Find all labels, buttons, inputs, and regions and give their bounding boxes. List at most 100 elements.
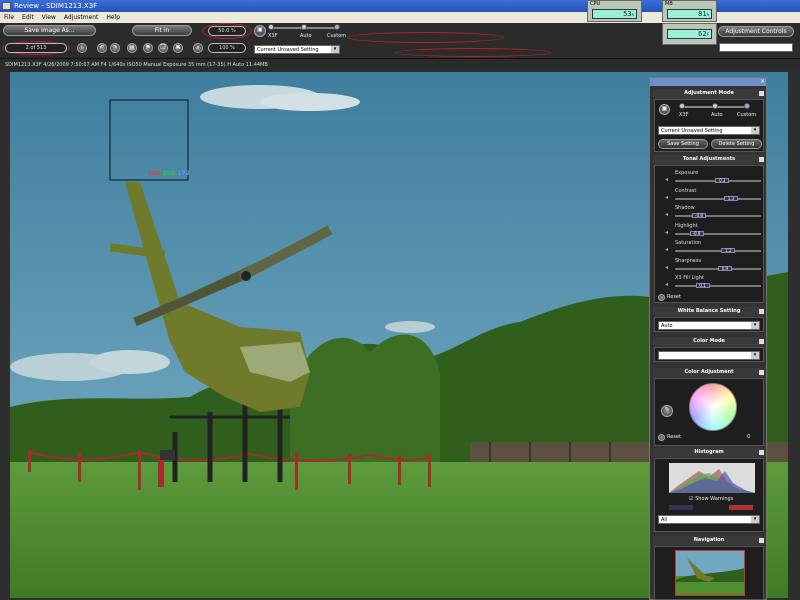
- setting-select[interactable]: Current Unsaved Setting ▾: [254, 45, 340, 54]
- tonal-value[interactable]: 1.3: [723, 195, 738, 201]
- histogram-header[interactable]: Histogram: [653, 448, 765, 457]
- white-balance-box: Auto ▾: [654, 317, 764, 332]
- mode-label-x3f: X3F: [268, 33, 278, 39]
- color-adjustment-header[interactable]: Color Adjustment: [653, 368, 765, 377]
- eyedropper-icon[interactable]: ✎: [661, 405, 673, 417]
- tonal-value[interactable]: 0.9: [717, 265, 732, 271]
- mb-unit: %: [706, 12, 709, 17]
- decrement-icon[interactable]: ◂: [665, 194, 668, 201]
- save-setting-button[interactable]: Save Setting: [658, 139, 708, 149]
- camera-icon[interactable]: ▣: [659, 104, 670, 115]
- color-wheel-center: [690, 384, 736, 430]
- tonal-adjustments-header[interactable]: Tonal Adjustments: [653, 155, 765, 164]
- tonal-label: X3 Fill Light: [675, 275, 704, 281]
- tonal-label: Exposure: [675, 170, 699, 176]
- preset-field[interactable]: [719, 43, 793, 52]
- white-balance-select[interactable]: Auto ▾: [658, 321, 760, 330]
- decrement-icon[interactable]: ◂: [665, 229, 668, 236]
- mb-value: 81: [698, 10, 707, 18]
- shadow-warning-swatch[interactable]: [669, 505, 693, 510]
- zoom-tool-icon[interactable]: ⌕: [193, 43, 203, 53]
- panel-mode-knob-auto[interactable]: [712, 103, 718, 109]
- histogram-channel-select[interactable]: All ▾: [658, 515, 760, 524]
- tonal-reset-label[interactable]: Reset: [667, 294, 681, 300]
- reset-icon[interactable]: [658, 434, 665, 441]
- color-mode-header[interactable]: Color Mode: [653, 337, 765, 346]
- setting-select-value: Current Unsaved Setting: [257, 47, 319, 53]
- tonal-slider[interactable]: [675, 232, 761, 235]
- panel-setting-select[interactable]: Current Unsaved Setting ▾: [658, 126, 760, 135]
- color-mode-select[interactable]: ▾: [658, 351, 760, 360]
- page-index[interactable]: 2 of 513: [5, 43, 67, 53]
- rotate-left-icon[interactable]: ↶: [97, 43, 107, 53]
- trash-icon[interactable]: ✖: [173, 43, 183, 53]
- white-balance-header[interactable]: White Balance Setting: [653, 307, 765, 316]
- tonal-value[interactable]: -0.8: [692, 213, 707, 218]
- menu-help[interactable]: Help: [102, 12, 124, 23]
- decrement-icon[interactable]: ◂: [665, 176, 668, 183]
- print-icon[interactable]: ▤: [127, 43, 137, 53]
- save-image-as-button[interactable]: Save Image As...: [3, 25, 96, 36]
- zoom-value[interactable]: 50.0 %: [208, 26, 246, 36]
- chevron-down-icon: ▾: [331, 46, 339, 53]
- cpu-unit: %: [631, 12, 634, 17]
- tonal-value[interactable]: -0.9: [689, 230, 704, 236]
- panel-mode-knob-x3f[interactable]: [679, 103, 685, 109]
- tonal-slider[interactable]: [675, 197, 761, 200]
- show-warnings-checkbox[interactable]: ☑ Show Warnings: [689, 496, 733, 502]
- collapse-icon[interactable]: [759, 370, 764, 375]
- tonal-slider[interactable]: [675, 250, 761, 252]
- navigation-header[interactable]: Navigation: [653, 536, 765, 545]
- decrement-icon[interactable]: ◂: [665, 264, 668, 271]
- collapse-icon[interactable]: [759, 309, 764, 314]
- tonal-label: Highlight: [675, 222, 698, 229]
- tonal-value[interactable]: 0.1: [695, 283, 710, 288]
- rotate-value[interactable]: 100 %: [208, 43, 246, 53]
- fit-in-button[interactable]: Fit in: [132, 25, 192, 36]
- white-balance-title: White Balance Setting: [677, 308, 741, 314]
- color-adjustment-box: ✎ Reset 0: [654, 378, 764, 446]
- panel-titlebar[interactable]: [650, 78, 766, 86]
- highlight-warning-swatch[interactable]: [729, 505, 753, 510]
- mode-knob-custom[interactable]: [334, 24, 340, 30]
- delete-setting-button[interactable]: Delete Setting: [711, 139, 762, 149]
- menu-adjustment[interactable]: Adjustment: [60, 12, 102, 23]
- collapse-icon[interactable]: [759, 450, 764, 455]
- camera-icon[interactable]: ▣: [254, 25, 266, 37]
- info-icon[interactable]: i: [77, 43, 87, 53]
- color-wheel[interactable]: [689, 383, 737, 431]
- decrement-icon[interactable]: ◂: [665, 211, 668, 218]
- close-icon[interactable]: ×: [760, 78, 765, 85]
- collapse-icon[interactable]: [759, 91, 764, 96]
- tonal-slider[interactable]: [675, 285, 761, 287]
- collapse-icon[interactable]: [759, 157, 764, 162]
- decrement-icon[interactable]: ◂: [665, 246, 668, 253]
- panel-mode-knob-custom[interactable]: [744, 103, 750, 109]
- tonal-value[interactable]: 0.3: [715, 178, 730, 183]
- reset-icon[interactable]: [658, 294, 665, 301]
- rotate-right-icon[interactable]: ↷: [110, 43, 120, 53]
- tonal-label: Sharpness: [675, 257, 702, 264]
- tonal-value[interactable]: 1.2: [721, 248, 736, 253]
- collapse-icon[interactable]: [759, 538, 764, 543]
- histogram-channel-value: All: [661, 517, 668, 523]
- mode-knob-x3f[interactable]: [268, 24, 274, 30]
- mode-knob-auto[interactable]: [301, 24, 307, 30]
- decrement-icon[interactable]: ◂: [665, 281, 668, 288]
- window-title: Review - SDIM1213.X3F: [14, 2, 98, 10]
- menu-view[interactable]: View: [38, 12, 60, 23]
- navigation-thumbnail[interactable]: [675, 550, 745, 596]
- collapse-icon[interactable]: [759, 339, 764, 344]
- adjustment-controls-button[interactable]: Adjustment Controls: [718, 26, 794, 37]
- color-reset-label[interactable]: Reset: [667, 434, 681, 440]
- copy-icon[interactable]: ❐: [158, 43, 168, 53]
- temp-gauge-readout: 62F: [667, 29, 712, 39]
- menu-file[interactable]: File: [0, 12, 18, 23]
- loupe-b-value: 172: [177, 170, 190, 177]
- adjustment-mode-title: Adjustment Mode: [684, 90, 734, 96]
- tonal-slider[interactable]: [675, 215, 761, 217]
- adjustment-mode-header[interactable]: Adjustment Mode: [653, 89, 765, 98]
- panel-setting-value: Current Unsaved Setting: [661, 128, 723, 134]
- menu-edit[interactable]: Edit: [18, 12, 38, 23]
- flag-icon[interactable]: ⚑: [143, 43, 153, 53]
